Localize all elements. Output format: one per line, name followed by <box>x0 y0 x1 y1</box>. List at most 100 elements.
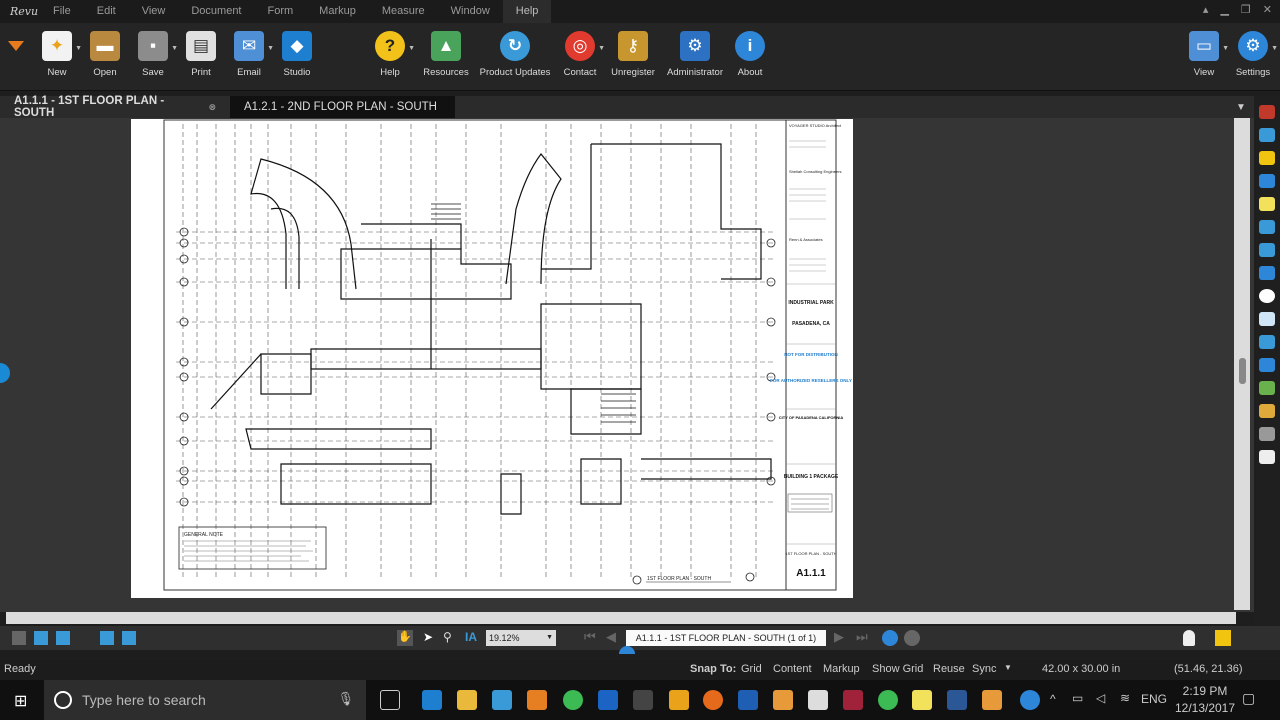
firefox-icon[interactable] <box>703 690 723 710</box>
snap-grid-toggle[interactable]: Grid <box>741 663 762 675</box>
sticky-notes-icon[interactable] <box>912 690 932 710</box>
menu-help[interactable]: Help <box>502 0 552 23</box>
settings-button[interactable]: ⚙ Settings ▼ <box>1224 31 1280 78</box>
menu-view[interactable]: View <box>129 0 179 23</box>
revu-menu-icon[interactable] <box>8 41 24 51</box>
layout-icon[interactable] <box>122 631 136 645</box>
select-arrow-icon[interactable]: ➤ <box>423 630 433 644</box>
clock-time[interactable]: 2:19 PM <box>1180 684 1230 698</box>
tray-chevron-icon[interactable]: ^ <box>1050 692 1056 706</box>
vertical-scrollbar[interactable] <box>1234 118 1250 610</box>
live-icon[interactable] <box>738 690 758 710</box>
polyline-tool-icon[interactable] <box>1259 243 1275 257</box>
about-button[interactable]: i About <box>721 31 779 78</box>
app-icon-2[interactable] <box>982 690 1002 710</box>
menu-form[interactable]: Form <box>255 0 307 23</box>
forward-view-icon[interactable] <box>904 630 920 646</box>
language-indicator[interactable]: ENG <box>1141 692 1167 706</box>
tab-second-floor-plan[interactable]: A1.2.1 - 2ND FLOOR PLAN - SOUTH <box>230 96 455 118</box>
windows-start-icon[interactable]: ⊞ <box>14 691 27 711</box>
text-select-icon[interactable]: IA <box>465 630 477 644</box>
user-icon[interactable] <box>1183 630 1195 646</box>
help-button[interactable]: ? Help ▼ <box>361 31 419 78</box>
edit-tool-icon[interactable] <box>1259 450 1275 464</box>
close-icon[interactable]: ✕ <box>1263 3 1272 16</box>
sync-toggle[interactable]: Sync <box>972 663 996 675</box>
edge-browser-icon[interactable] <box>422 690 442 710</box>
import-icon[interactable] <box>34 631 48 645</box>
minimize-icon[interactable]: ▴ <box>1203 3 1209 16</box>
restore-icon[interactable]: ❐ <box>1241 3 1251 16</box>
pan-hand-icon[interactable]: ✋ <box>397 630 413 646</box>
shape-tool-icon[interactable] <box>1259 266 1275 280</box>
last-page-icon[interactable]: ⏭ <box>856 629 868 645</box>
next-page-icon[interactable]: ▶ <box>834 629 844 645</box>
polygon-tool-icon[interactable] <box>1259 312 1275 326</box>
word-icon[interactable] <box>947 690 967 710</box>
clock-date[interactable]: 12/13/2017 <box>1172 701 1238 715</box>
store-icon[interactable] <box>492 690 512 710</box>
studio-button[interactable]: ◆ Studio <box>268 31 326 78</box>
back-view-icon[interactable] <box>882 630 898 646</box>
thumbnails-icon[interactable] <box>12 631 26 645</box>
menu-window[interactable]: Window <box>438 0 503 23</box>
media-player-icon[interactable] <box>527 690 547 710</box>
close-panel-icon[interactable] <box>1259 105 1275 119</box>
minimize-button[interactable]: ▁ <box>1220 3 1228 16</box>
stamp-tool-icon[interactable] <box>1259 404 1275 418</box>
microphone-icon[interactable]: 🎙 <box>337 691 354 707</box>
package-icon[interactable] <box>669 690 689 710</box>
zoom-icon[interactable]: ⚲ <box>443 630 452 644</box>
show-grid-toggle[interactable]: Show Grid <box>872 663 923 675</box>
menu-file[interactable]: File <box>40 0 84 23</box>
cloud-tool-icon[interactable] <box>1259 335 1275 349</box>
lock-icon[interactable] <box>1215 630 1231 646</box>
chrome-icon[interactable] <box>563 690 583 710</box>
bluebeam-revu-icon[interactable] <box>633 690 653 710</box>
split-view-icon[interactable] <box>100 631 114 645</box>
sync-dropdown-icon[interactable]: ▼ <box>1004 663 1012 672</box>
menu-markup[interactable]: Markup <box>306 0 369 23</box>
zoom-field[interactable]: 19.12% ▼ <box>486 630 556 646</box>
tab-first-floor-plan[interactable]: A1.1.1 - 1ST FLOOR PLAN - SOUTH ⊗ <box>0 95 230 119</box>
ellipse-tool-icon[interactable] <box>1259 289 1275 303</box>
sketch-tool-icon[interactable] <box>1259 427 1275 441</box>
chrome-profile-icon[interactable] <box>878 690 898 710</box>
menu-edit[interactable]: Edit <box>84 0 129 23</box>
scroll-thumb[interactable] <box>1239 358 1246 384</box>
close-tab-icon[interactable]: ⊗ <box>208 102 216 113</box>
unregister-button[interactable]: ⚷ Unregister <box>604 31 662 78</box>
battery-icon[interactable]: ▭ <box>1072 691 1083 705</box>
app-icon[interactable] <box>773 690 793 710</box>
task-view-icon[interactable] <box>380 690 400 710</box>
previous-page-icon[interactable]: ◀ <box>606 629 616 645</box>
first-page-icon[interactable]: ⏮ <box>584 629 596 645</box>
zoom-dropdown-icon[interactable]: ▼ <box>546 630 553 646</box>
hexagon-app-icon[interactable] <box>808 690 828 710</box>
page-selector[interactable]: A1.1.1 - 1ST FLOOR PLAN - SOUTH (1 of 1) <box>626 630 826 646</box>
administrator-button[interactable]: ⚙ Administrator <box>663 31 727 78</box>
reuse-toggle[interactable]: Reuse <box>933 663 965 675</box>
image-tool-icon[interactable] <box>1259 381 1275 395</box>
resources-button[interactable]: ▲ Resources <box>417 31 475 78</box>
drawing-sheet[interactable]: GENERAL NOTE 1ST FLOOR PLAN - SOUTH VOYA… <box>131 119 853 598</box>
note-tool-icon[interactable] <box>1259 151 1275 165</box>
menu-document[interactable]: Document <box>178 0 254 23</box>
tab-list-chevron-icon[interactable]: ▼ <box>1236 102 1246 113</box>
pen-tool-icon[interactable] <box>1259 174 1275 188</box>
product-updates-button[interactable]: ↻ Product Updates <box>479 31 551 78</box>
wifi-icon[interactable]: ≋ <box>1120 691 1130 705</box>
chevron-down-icon[interactable]: ▼ <box>1271 45 1278 52</box>
outlook-icon[interactable] <box>598 690 618 710</box>
volume-icon[interactable]: ◁ <box>1096 691 1105 705</box>
snap-markup-toggle[interactable]: Markup <box>823 663 860 675</box>
line-tool-icon[interactable] <box>1259 220 1275 234</box>
snap-content-toggle[interactable]: Content <box>773 663 812 675</box>
highlighter-tool-icon[interactable] <box>1259 197 1275 211</box>
chevron-down-icon[interactable]: ▼ <box>408 45 415 52</box>
text-tool-icon[interactable] <box>1259 128 1275 142</box>
file-explorer-icon[interactable] <box>457 690 477 710</box>
menu-measure[interactable]: Measure <box>369 0 438 23</box>
horizontal-scrollbar[interactable] <box>6 612 1236 624</box>
export-icon[interactable] <box>56 631 70 645</box>
